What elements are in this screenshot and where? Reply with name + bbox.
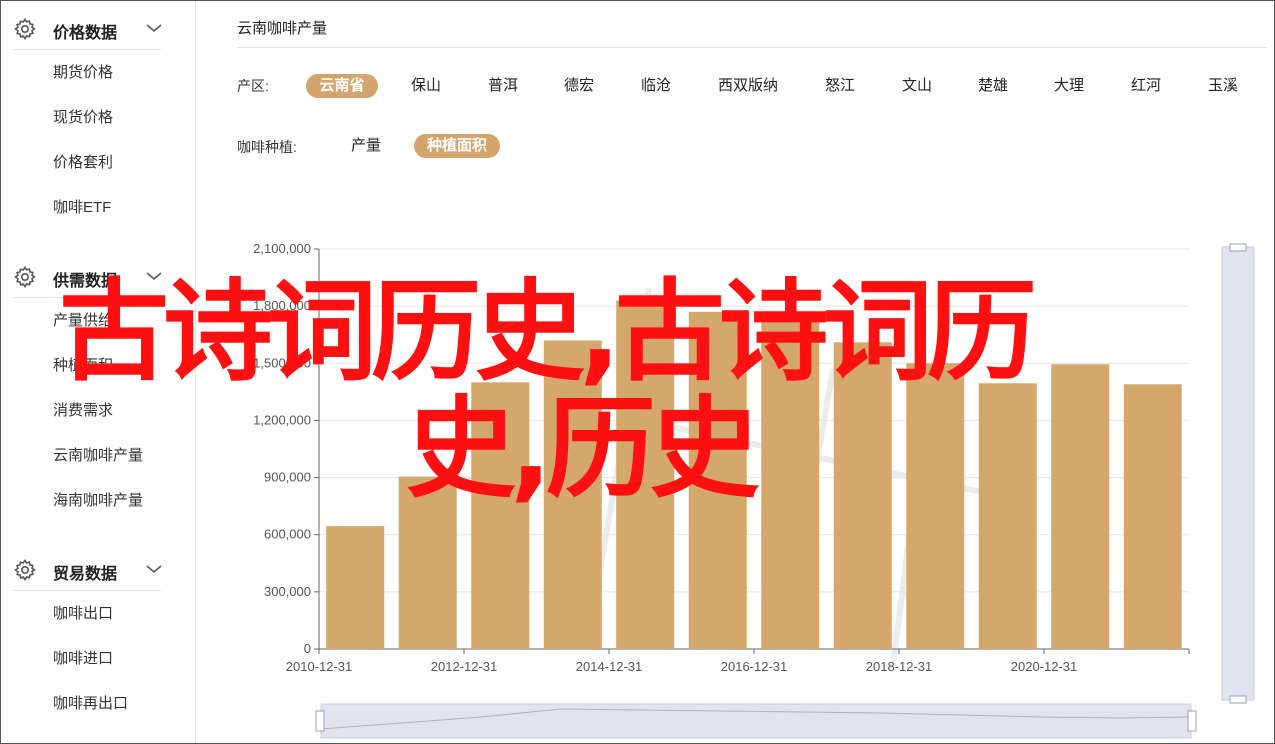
zoom-handle-top[interactable] (1229, 243, 1247, 252)
y-tick-label: 900,000 (264, 470, 311, 485)
zoom-handle-left[interactable] (315, 710, 325, 732)
bar[interactable] (1051, 364, 1110, 649)
bar[interactable] (906, 363, 965, 649)
x-tick-label: 2020-12-31 (1011, 659, 1078, 674)
overlay-text-line2: 史,历史 (406, 385, 760, 513)
x-tick-label: 2016-12-31 (721, 659, 788, 674)
y-tick-label: 300,000 (264, 584, 311, 599)
bar[interactable] (978, 383, 1037, 649)
y-tick-label: 1,200,000 (253, 412, 311, 427)
vertical-zoom-slider[interactable] (1221, 246, 1255, 701)
x-tick-label: 2010-12-31 (286, 659, 353, 674)
x-tick-label: 2014-12-31 (576, 659, 643, 674)
y-tick-label: 0 (304, 641, 311, 656)
bar[interactable] (326, 526, 385, 649)
x-tick-label: 2018-12-31 (866, 659, 933, 674)
horizontal-zoom-slider[interactable] (320, 703, 1192, 739)
zoom-handle-right[interactable] (1187, 710, 1197, 732)
bar[interactable] (1123, 384, 1182, 649)
x-tick-label: 2012-12-31 (431, 659, 498, 674)
overlay-text-line1: 古诗词历史,古诗词历 (59, 268, 1037, 396)
app-window: 价格数据 期货价格 现货价格 价格套利 咖啡ETF 供需数据 产量供给 种植面积 消费需求 云南咖… (0, 0, 1275, 744)
y-tick-label: 2,100,000 (253, 241, 311, 256)
y-tick-label: 600,000 (264, 527, 311, 542)
zoom-handle-bottom[interactable] (1229, 695, 1247, 704)
